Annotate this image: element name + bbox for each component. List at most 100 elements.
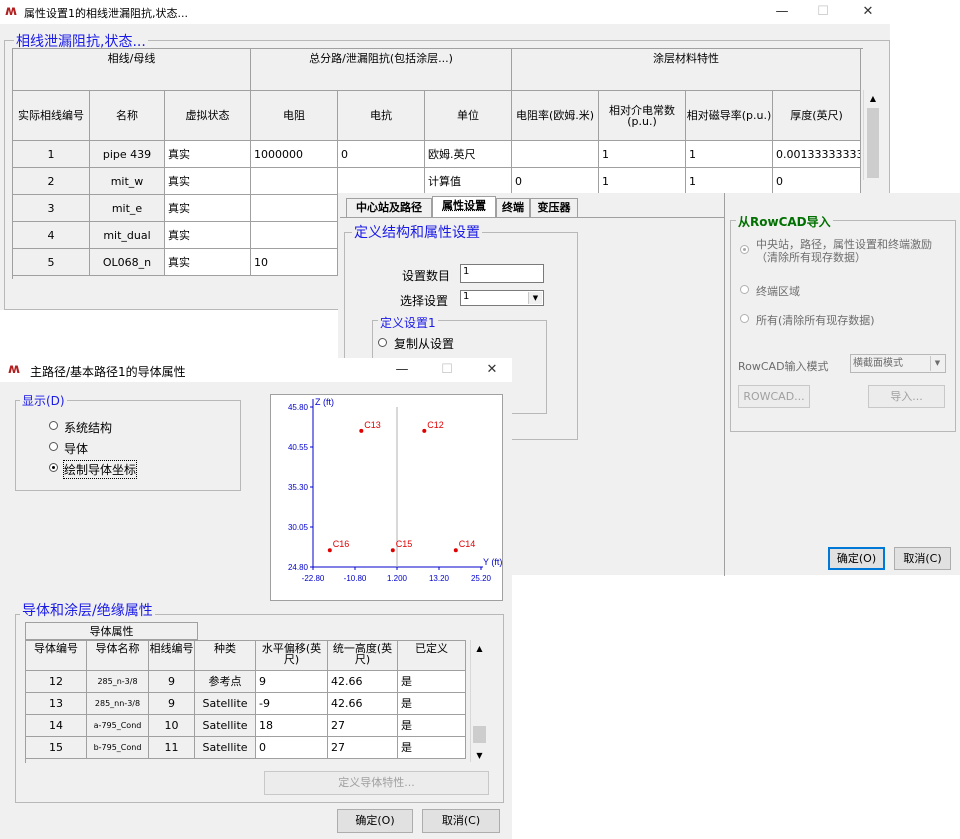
mode-combo[interactable]: 横截面模式 ▼	[850, 354, 946, 373]
table-cell: OL068_n	[90, 249, 165, 276]
tab-bar: 中心站及路径 属性设置 终端 变压器	[346, 196, 746, 218]
import-button[interactable]: 导入...	[868, 385, 945, 408]
select-value: 1	[463, 291, 470, 302]
table-cell[interactable]: 1	[599, 141, 686, 168]
x-tick-label: 25.20	[471, 574, 492, 583]
table-cell[interactable]: 真实	[165, 195, 251, 222]
display-option-label: 导体	[64, 442, 89, 456]
table-cell[interactable]	[251, 222, 338, 249]
scroll-thumb[interactable]	[473, 726, 486, 743]
column-header: 名称	[90, 91, 165, 141]
column-header: 电抗	[338, 91, 425, 141]
chevron-down-icon[interactable]: ▼	[528, 292, 542, 304]
table-cell[interactable]	[251, 168, 338, 195]
table-cell[interactable]	[251, 195, 338, 222]
close-icon[interactable]: ✕	[858, 3, 878, 21]
rowcad-option-2: 终端区域	[756, 285, 800, 298]
conductor-point	[327, 548, 332, 553]
table-cell[interactable]: 1	[686, 141, 773, 168]
select-combo[interactable]: 1 ▼	[460, 290, 544, 306]
table-cell[interactable]: 42.66	[328, 693, 398, 715]
column-header: 虚拟状态	[165, 91, 251, 141]
table-cell[interactable]: 10	[251, 249, 338, 276]
table-scrollbar[interactable]: ▲	[863, 90, 882, 180]
cancel-button[interactable]: 取消(C)	[422, 809, 500, 833]
table-cell[interactable]: -9	[256, 693, 328, 715]
table-group-header: 相线/母线	[13, 49, 251, 91]
table-cell: Satellite	[195, 693, 256, 715]
minimize-icon[interactable]: —	[392, 361, 412, 379]
chevron-down-icon[interactable]: ▼	[930, 356, 944, 371]
window-title: 属性设置1的相线泄漏阻抗,状态...	[24, 7, 188, 20]
ok-button[interactable]: 确定(O)	[828, 547, 885, 570]
display-option-radio[interactable]	[49, 442, 58, 451]
display-option-radio[interactable]	[49, 421, 58, 430]
table-cell[interactable]: 0	[773, 168, 861, 195]
conductor-scrollbar[interactable]: ▲ ▼	[470, 640, 488, 762]
table-cell[interactable]: 是	[398, 715, 466, 737]
count-label: 设置数目	[402, 269, 451, 283]
tab-property-sets[interactable]: 属性设置	[432, 196, 496, 217]
table-cell[interactable]: 真实	[165, 141, 251, 168]
table-cell[interactable]: 是	[398, 737, 466, 759]
minimize-icon[interactable]: —	[772, 3, 792, 21]
scroll-up-icon[interactable]: ▲	[471, 644, 488, 653]
table-cell[interactable]: 1000000	[251, 141, 338, 168]
cancel-button[interactable]: 取消(C)	[894, 547, 951, 570]
y-axis-label: Z (ft)	[315, 397, 334, 407]
ok-button[interactable]: 确定(O)	[337, 809, 413, 833]
maximize-icon: ☐	[441, 362, 453, 377]
table-cell[interactable]: 1	[686, 168, 773, 195]
table-group-header: 总分路/泄漏阻抗(包括涂层...)	[251, 49, 512, 91]
table-cell[interactable]: 真实	[165, 222, 251, 249]
table-cell[interactable]: 9	[256, 671, 328, 693]
x-axis-label: Y (ft)	[483, 557, 502, 567]
count-input[interactable]: 1	[460, 264, 544, 283]
column-header: 相对介电常数(p.u.)	[599, 91, 686, 141]
tab-center-station[interactable]: 中心站及路径	[346, 198, 432, 217]
column-header: 相线编号	[149, 641, 195, 671]
rowcad-option-terminal-radio[interactable]	[740, 285, 749, 294]
scroll-down-icon[interactable]: ▼	[471, 751, 488, 760]
table-cell[interactable]: 是	[398, 693, 466, 715]
table-cell[interactable]: 欧姆.英尺	[425, 141, 512, 168]
table-cell: 13	[26, 693, 87, 715]
table-cell[interactable]: 27	[328, 737, 398, 759]
table-cell[interactable]: 1	[599, 168, 686, 195]
table-cell[interactable]: 42.66	[328, 671, 398, 693]
table-cell[interactable]: 0	[256, 737, 328, 759]
table-cell[interactable]: 0	[512, 168, 599, 195]
rowcad-option-all-radio[interactable]	[740, 245, 749, 254]
table-cell: Satellite	[195, 737, 256, 759]
table-cell[interactable]: 27	[328, 715, 398, 737]
table-cell[interactable]: 真实	[165, 168, 251, 195]
conductor-point	[422, 428, 427, 433]
column-header: 种类	[195, 641, 256, 671]
conductor-grid: 导体编号 导体名称 相线编号 种类 水平偏移(英尺) 统一高度(英尺) 已定义 12 285_n…	[25, 640, 466, 763]
conductor-point-label: C15	[396, 539, 413, 549]
table-cell[interactable]: 0.001333333333	[773, 141, 861, 168]
rowcad-button[interactable]: ROWCAD...	[738, 385, 810, 408]
tab-terminals[interactable]: 终端	[496, 198, 530, 217]
table-cell[interactable]: 是	[398, 671, 466, 693]
define-set-label: 定义设置1	[378, 314, 438, 331]
table-cell[interactable]	[338, 168, 425, 195]
x-tick-label: 13.20	[429, 574, 450, 583]
display-option-label: 绘制导体坐标	[62, 460, 138, 479]
display-option-radio[interactable]	[49, 463, 58, 472]
scroll-thumb[interactable]	[867, 108, 879, 178]
rowcad-option-everything-radio[interactable]	[740, 314, 749, 323]
conductor-point	[390, 548, 395, 553]
define-conductor-button[interactable]: 定义导体特性...	[264, 771, 489, 795]
close-icon[interactable]: ✕	[482, 361, 502, 379]
table-cell[interactable]	[512, 141, 599, 168]
maximize-icon: ☐	[817, 4, 829, 19]
y-tick-label: 35.30	[288, 483, 309, 492]
table-cell[interactable]: 真实	[165, 249, 251, 276]
table-cell[interactable]: 0	[338, 141, 425, 168]
table-cell[interactable]: 计算值	[425, 168, 512, 195]
scroll-up-icon[interactable]: ▲	[864, 94, 882, 103]
copy-from-radio[interactable]	[378, 338, 387, 347]
tab-transformers[interactable]: 变压器	[530, 198, 578, 217]
table-cell[interactable]: 18	[256, 715, 328, 737]
